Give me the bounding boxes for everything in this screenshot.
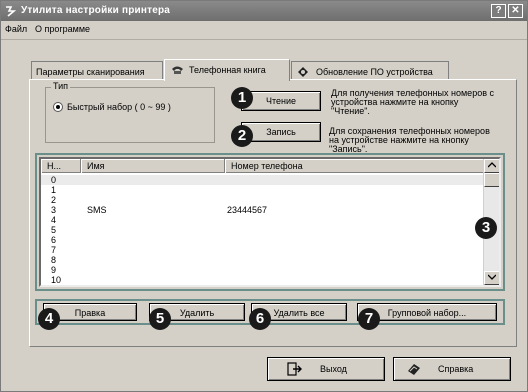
cell-number: 9	[51, 265, 57, 275]
read-button[interactable]: Чтение	[241, 91, 321, 111]
cell-number: 0	[51, 175, 57, 185]
table-row[interactable]: 8	[41, 255, 485, 265]
callout-7: 7	[358, 308, 380, 330]
table-row[interactable]: 9	[41, 265, 485, 275]
list-header: Н... Имя Номер телефона	[41, 159, 485, 173]
table-row[interactable]: 10	[41, 275, 485, 285]
printer-settings-window: Утилита настройки принтера ? ✕ Файл О пр…	[0, 0, 528, 392]
phonebook-list[interactable]: Н... Имя Номер телефона 0 1 2 3 SMS 23444567 4…	[39, 157, 501, 287]
title-bar: Утилита настройки принтера ? ✕	[1, 1, 527, 21]
cell-number: 2	[51, 195, 57, 205]
exit-button[interactable]: Выход	[267, 357, 385, 381]
type-group	[45, 87, 215, 143]
firmware-icon	[298, 67, 308, 77]
exit-button-label: Выход	[320, 364, 347, 374]
cell-number: 7	[51, 245, 57, 255]
scroll-down-button[interactable]	[484, 271, 499, 285]
menu-about[interactable]: О программе	[35, 24, 90, 34]
callout-5: 5	[149, 308, 171, 330]
menu-bar: Файл О программе	[1, 21, 527, 39]
chevron-up-icon	[487, 162, 497, 168]
menu-file[interactable]: Файл	[5, 24, 27, 34]
read-hint: Для получения телефонных номеров с устро…	[331, 89, 494, 116]
table-row[interactable]: 11	[41, 285, 485, 287]
table-row[interactable]: 7	[41, 245, 485, 255]
tab-scan-settings[interactable]: Параметры сканирования	[31, 61, 163, 81]
cell-number: 6	[51, 235, 57, 245]
help-button-label: Справка	[438, 364, 474, 374]
cell-phone: 23444567	[227, 205, 268, 215]
tab-phonebook[interactable]: Телефонная книга	[164, 59, 290, 81]
read-button-label: Чтение	[265, 96, 297, 106]
scroll-thumb[interactable]	[484, 173, 499, 187]
speed-dial-radio[interactable]	[53, 102, 63, 112]
cell-number: 11	[51, 285, 60, 287]
callout-6: 6	[249, 308, 271, 330]
table-row[interactable]: 4	[41, 215, 485, 225]
cell-number: 4	[51, 215, 57, 225]
write-button-label: Запись	[266, 127, 296, 137]
table-row[interactable]: 5	[41, 225, 485, 235]
help-button[interactable]: Справка	[393, 357, 511, 381]
read-hint-line-3: "Чтение".	[331, 106, 370, 116]
exit-icon	[287, 362, 302, 376]
help-title-button[interactable]: ?	[491, 4, 506, 18]
col-number-header[interactable]: Н...	[41, 159, 81, 173]
col-name-header[interactable]: Имя	[81, 159, 225, 173]
callout-4: 4	[38, 308, 60, 330]
cell-name: SMS	[87, 205, 107, 215]
callout-3: 3	[475, 217, 497, 239]
table-row[interactable]: 3 SMS 23444567	[41, 205, 485, 215]
cell-number: 3	[51, 205, 57, 215]
write-hint: Для сохранения телефонных номеров на уст…	[329, 127, 490, 154]
type-group-title: Тип	[51, 81, 71, 91]
tab-firmware-update[interactable]: Обновление ПО устройства	[291, 61, 449, 81]
close-title-button[interactable]: ✕	[508, 4, 523, 18]
col-phone-header[interactable]: Номер телефона	[225, 159, 485, 173]
cell-number: 8	[51, 255, 57, 265]
window-title: Утилита настройки принтера	[21, 5, 171, 16]
write-button[interactable]: Запись	[241, 122, 321, 142]
tab-firmware-label: Обновление ПО устройства	[316, 67, 433, 77]
cell-number: 10	[51, 275, 62, 285]
table-row[interactable]: 6	[41, 235, 485, 245]
menu-divider	[1, 39, 527, 40]
cell-number: 1	[51, 185, 57, 195]
cell-number: 5	[51, 225, 57, 235]
phone-icon	[172, 66, 183, 74]
tab-scan-settings-label: Параметры сканирования	[36, 67, 145, 77]
table-row[interactable]: 0	[41, 175, 485, 185]
help-book-icon	[408, 364, 420, 375]
chevron-down-icon	[487, 274, 497, 280]
callout-1: 1	[231, 87, 253, 109]
table-row[interactable]: 2	[41, 195, 485, 205]
printer-utility-icon	[6, 6, 17, 17]
tab-phonebook-label: Телефонная книга	[189, 65, 266, 75]
speed-dial-label: Быстрый набор ( 0 ~ 99 )	[67, 102, 171, 112]
callout-2: 2	[231, 125, 253, 147]
write-hint-line-3: "Запись".	[329, 144, 368, 154]
scroll-up-button[interactable]	[484, 159, 499, 173]
table-row[interactable]: 1	[41, 185, 485, 195]
radio-selected-dot	[56, 105, 60, 109]
